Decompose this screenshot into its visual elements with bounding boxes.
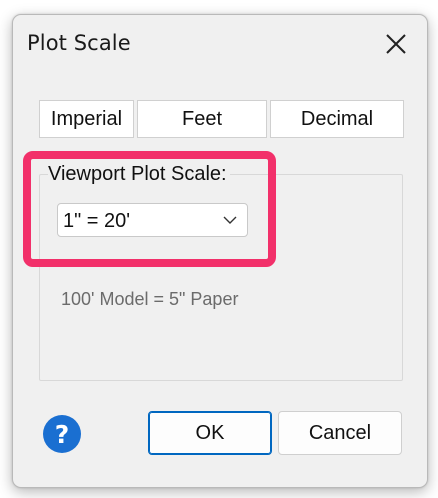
plot-scale-dialog: Plot Scale Imperial Feet Decimal Viewpor… [12,14,428,488]
plot-scale-dropdown[interactable]: 1" = 20' [57,203,248,237]
selected-scale-value: 1" = 20' [63,210,131,232]
feet-button[interactable]: Feet [137,100,267,138]
help-icon: ? [43,415,81,453]
svg-text:?: ? [55,420,70,449]
model-paper-ratio-text: 100' Model = 5" Paper [61,289,239,309]
close-icon [386,34,406,54]
cancel-button[interactable]: Cancel [278,411,402,455]
chevron-down-icon [223,216,237,224]
dialog-title: Plot Scale [27,31,131,55]
viewport-plot-scale-label: Viewport Plot Scale: [48,163,230,186]
ok-button[interactable]: OK [148,411,272,455]
decimal-button[interactable]: Decimal [270,100,404,138]
imperial-button[interactable]: Imperial [39,100,134,138]
close-button[interactable] [381,29,411,59]
help-button[interactable]: ? [42,414,82,454]
